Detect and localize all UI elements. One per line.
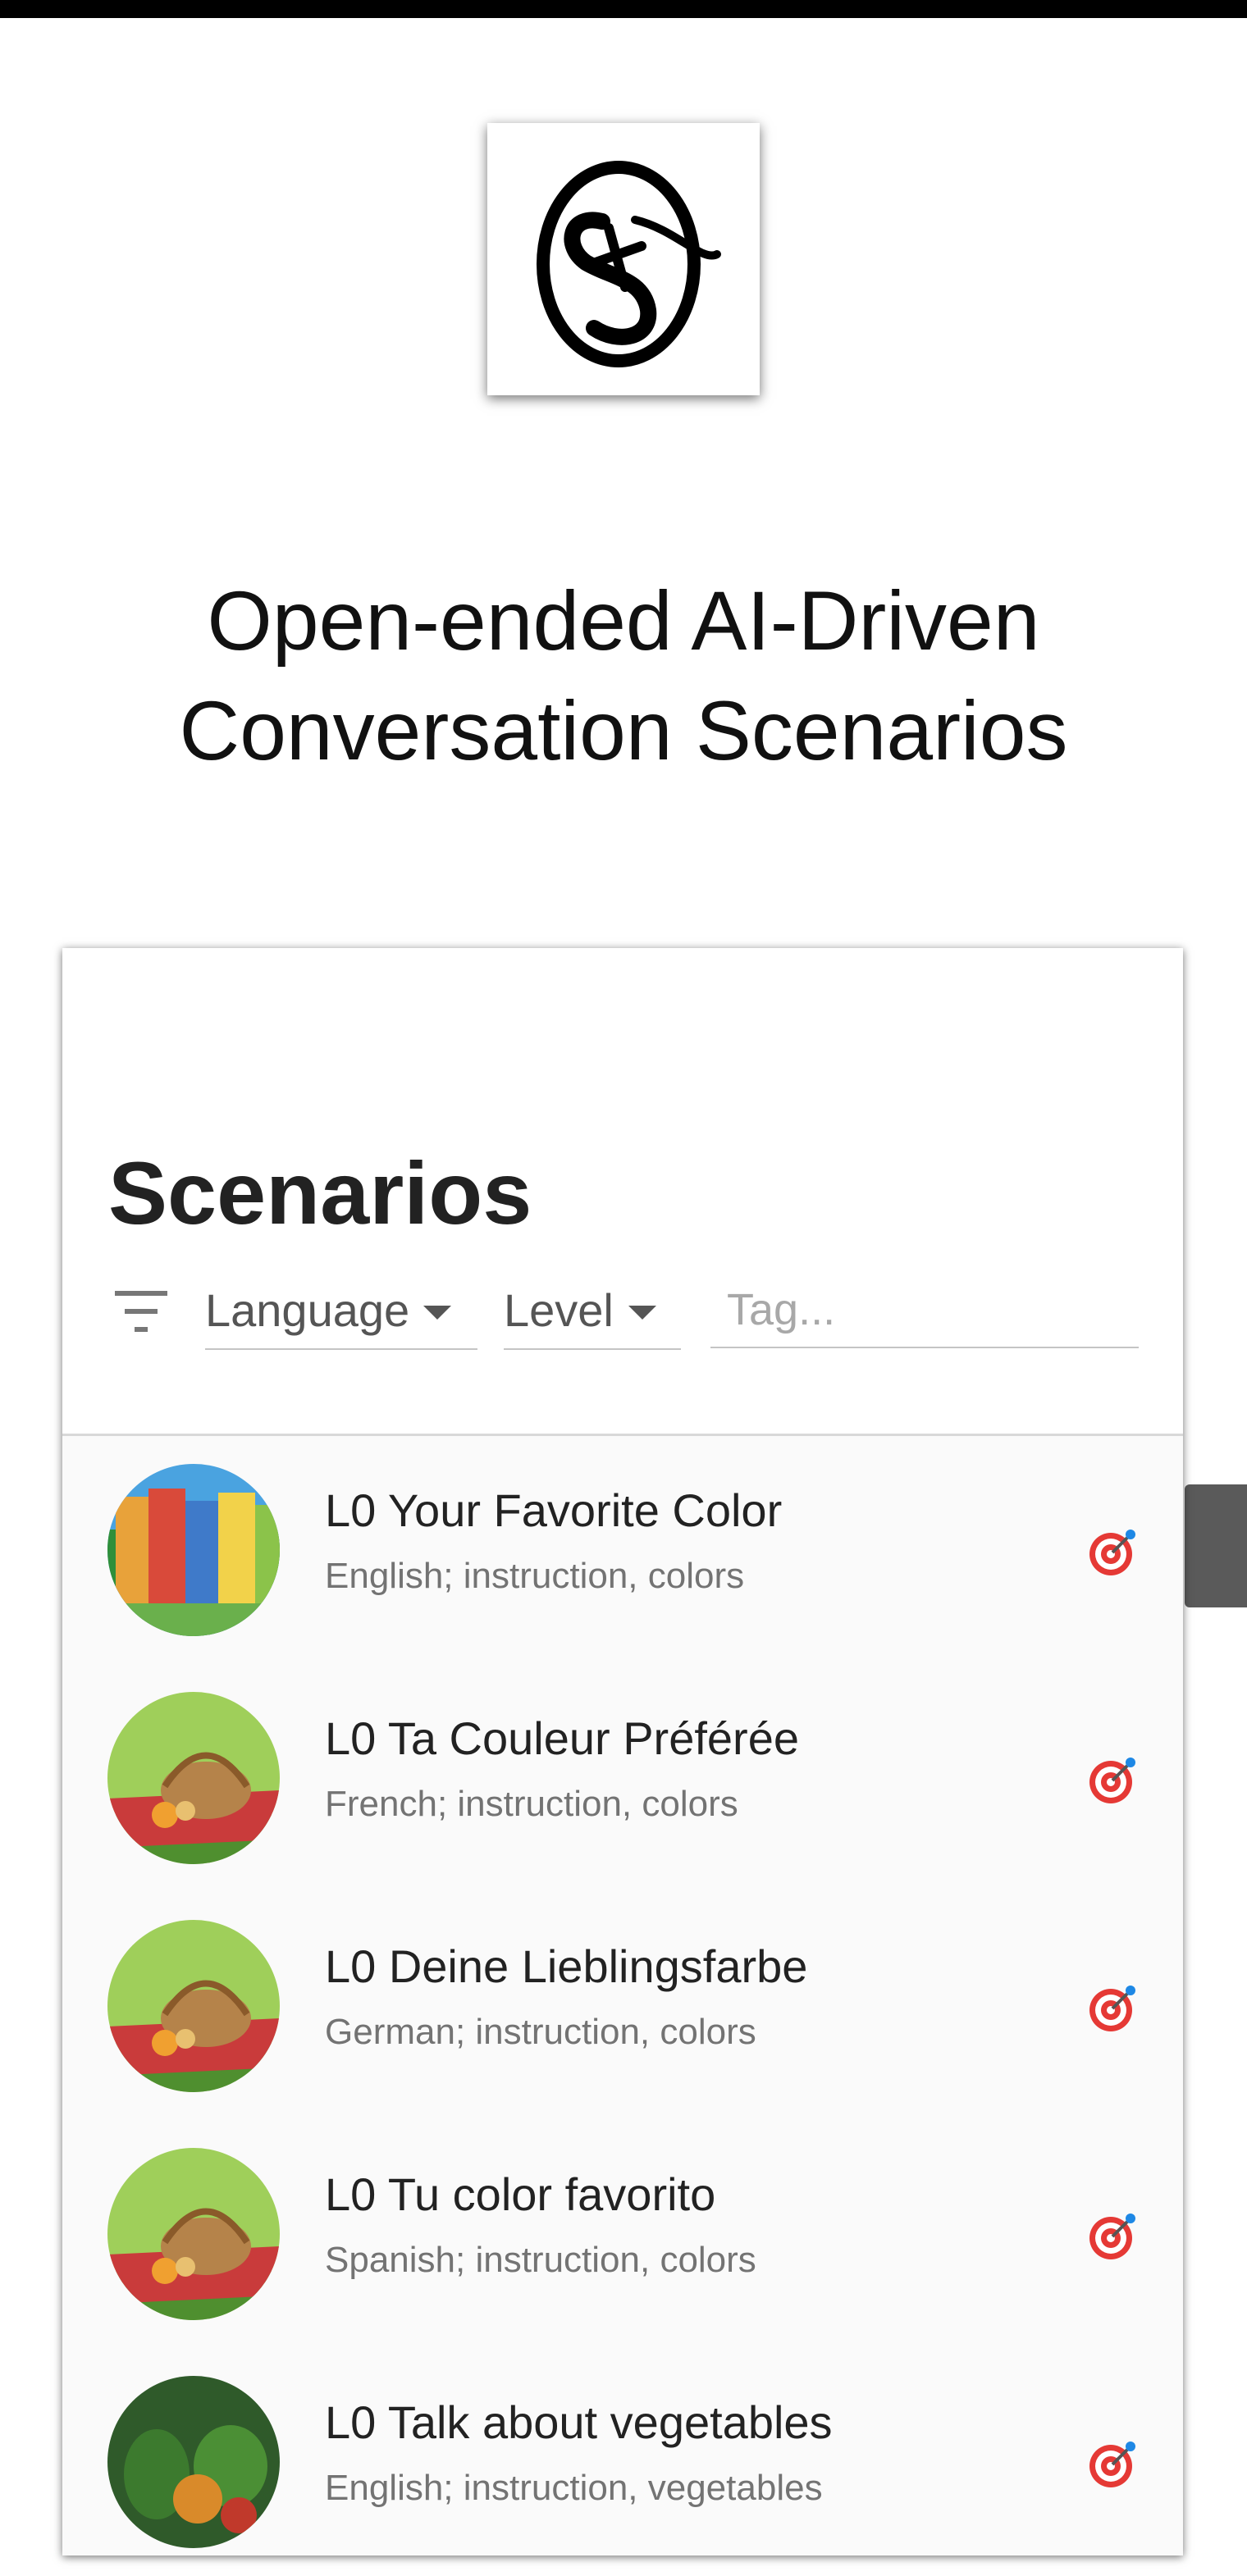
chevron-down-icon — [628, 1306, 656, 1320]
chevron-down-icon — [423, 1306, 451, 1320]
scenario-title: L0 Ta Couleur Préférée — [325, 1712, 799, 1764]
target-icon[interactable] — [1088, 1984, 1137, 2033]
target-icon[interactable] — [1088, 1756, 1137, 1805]
page-title-line-2: Conversation Scenarios — [179, 684, 1068, 777]
target-icon[interactable] — [1088, 2212, 1137, 2261]
vegetables-thumbnail — [107, 2376, 280, 2548]
list-item[interactable]: L0 Tu color favorito Spanish; instructio… — [62, 2120, 1183, 2348]
level-dropdown-label: Level — [504, 1284, 614, 1336]
scenario-subtitle: German; instruction, colors — [325, 2012, 756, 2052]
scenario-title: L0 Tu color favorito — [325, 2168, 716, 2220]
scenario-subtitle: French; instruction, colors — [325, 1784, 738, 1824]
target-icon[interactable] — [1088, 2440, 1137, 2489]
side-drawer-handle[interactable] — [1185, 1484, 1247, 1607]
list-item[interactable]: L0 Ta Couleur Préférée French; instructi… — [62, 1664, 1183, 1892]
scenarios-card: Scenarios Language Level Tag... L0 Your … — [62, 948, 1183, 2555]
list-item[interactable]: L0 Your Favorite Color English; instruct… — [62, 1436, 1183, 1664]
scenario-subtitle: English; instruction, colors — [325, 1556, 745, 1596]
scenario-subtitle: English; instruction, vegetables — [325, 2468, 823, 2508]
list-item[interactable]: L0 Deine Lieblingsfarbe German; instruct… — [62, 1892, 1183, 2120]
scenario-title: L0 Deine Lieblingsfarbe — [325, 1940, 808, 1992]
language-dropdown-label: Language — [205, 1284, 410, 1336]
scenario-title: L0 Your Favorite Color — [325, 1484, 783, 1536]
scenario-subtitle: Spanish; instruction, colors — [325, 2240, 756, 2280]
scenario-title: L0 Talk about vegetables — [325, 2396, 833, 2448]
status-bar — [0, 0, 1247, 18]
scenarios-title: Scenarios — [108, 1143, 532, 1242]
level-dropdown[interactable]: Level — [504, 1273, 681, 1350]
colorful-buildings-thumbnail — [107, 1464, 280, 1636]
filter-icon[interactable] — [113, 1289, 169, 1335]
list-item[interactable]: L0 Talk about vegetables English; instru… — [62, 2348, 1183, 2576]
page-title-line-1: Open-ended AI-Driven — [207, 574, 1040, 668]
tag-input[interactable] — [710, 1273, 1139, 1348]
swirl-s-logo-icon — [537, 161, 721, 367]
app-logo — [487, 123, 760, 395]
picnic-basket-thumbnail — [107, 1692, 280, 1864]
language-dropdown[interactable]: Language — [205, 1273, 477, 1350]
scenario-list: L0 Your Favorite Color English; instruct… — [62, 1436, 1183, 2576]
picnic-basket-thumbnail — [107, 1920, 280, 2092]
scenarios-header: Scenarios Language Level — [62, 948, 1183, 1436]
picnic-basket-thumbnail — [107, 2148, 280, 2320]
target-icon[interactable] — [1088, 1528, 1137, 1577]
page-title: Open-ended AI-Driven Conversation Scenar… — [0, 566, 1247, 786]
